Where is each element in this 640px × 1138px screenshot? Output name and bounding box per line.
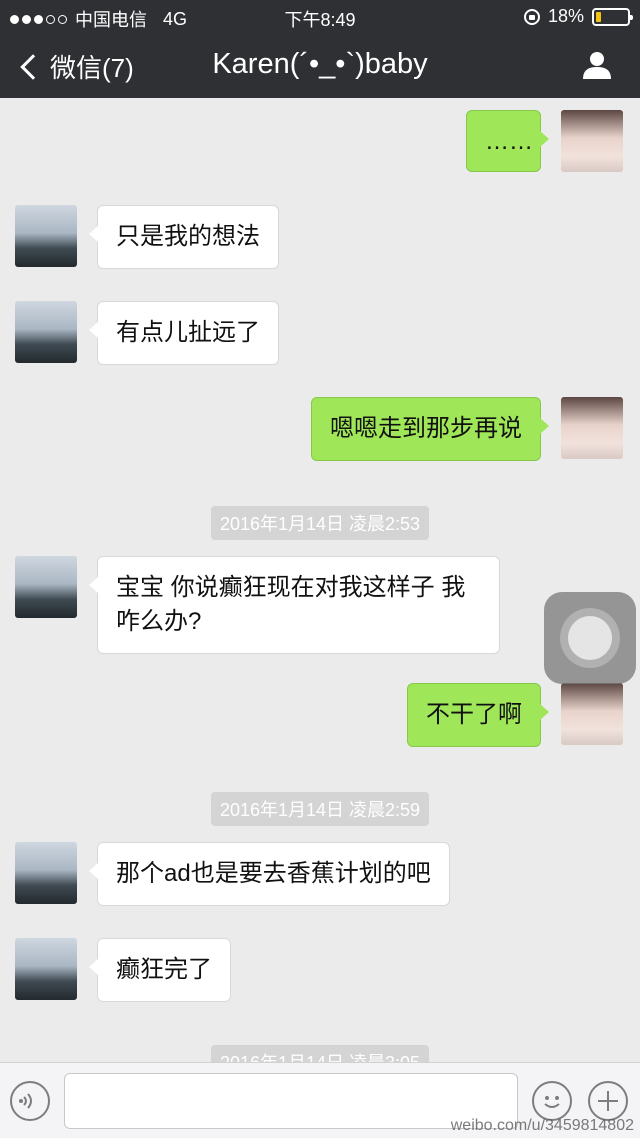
timestamp-text: 2016年1月14日 凌晨2:53 [210, 506, 430, 540]
message-bubble-incoming[interactable]: 有点儿扯远了 [89, 301, 279, 365]
emoji-icon [544, 1096, 560, 1108]
battery-percent: 18% [547, 6, 584, 26]
my-avatar[interactable] [561, 683, 623, 745]
contact-avatar[interactable] [15, 301, 77, 363]
message-bubble-incoming[interactable]: 那个ad也是要去香蕉计划的吧 [89, 842, 450, 906]
emoji-button[interactable] [532, 1081, 572, 1121]
watermark: weibo.com/u/3459814802 [450, 1117, 634, 1134]
timestamp: 2016年1月14日 凌晨2:59 [0, 792, 640, 826]
my-avatar[interactable] [561, 397, 623, 459]
assistive-touch-center [568, 616, 612, 660]
contact-avatar[interactable] [15, 938, 77, 1000]
message-bubble-incoming[interactable]: 只是我的想法 [89, 205, 279, 269]
message-bubble-outgoing[interactable]: 不干了啊 [407, 683, 549, 747]
contact-avatar[interactable] [15, 842, 77, 904]
my-avatar[interactable] [561, 110, 623, 172]
message-bubble-incoming[interactable]: 宝宝 你说癫狂现在对我这样子 我咋么办? [89, 556, 500, 654]
timestamp: 2016年1月14日 凌晨2:53 [0, 506, 640, 540]
chat-title: Karen(´•_•`)baby [212, 48, 428, 80]
battery-icon [592, 7, 633, 26]
message-bubble-outgoing[interactable]: 嗯嗯走到那步再说 [311, 397, 549, 461]
assistive-touch-button[interactable] [544, 592, 636, 684]
status-bar: 中国电信 4G 下午8:49 18% [0, 0, 640, 34]
message-bubble-outgoing[interactable]: …… [466, 110, 549, 172]
status-right: 18% [523, 6, 633, 27]
rotation-lock-icon [523, 8, 540, 25]
more-options-button[interactable] [588, 1081, 628, 1121]
contact-profile-icon[interactable] [582, 50, 612, 80]
nav-bar: 微信(7) Karen(´•_•`)baby [0, 34, 640, 98]
battery-fill [596, 11, 601, 22]
voice-icon [19, 1093, 32, 1109]
voice-input-button[interactable] [10, 1081, 50, 1121]
contact-avatar[interactable] [15, 205, 77, 267]
message-bubble-incoming[interactable]: 癫狂完了 [89, 938, 231, 1002]
contact-avatar[interactable] [15, 556, 77, 618]
timestamp-text: 2016年1月14日 凌晨2:59 [210, 792, 430, 826]
